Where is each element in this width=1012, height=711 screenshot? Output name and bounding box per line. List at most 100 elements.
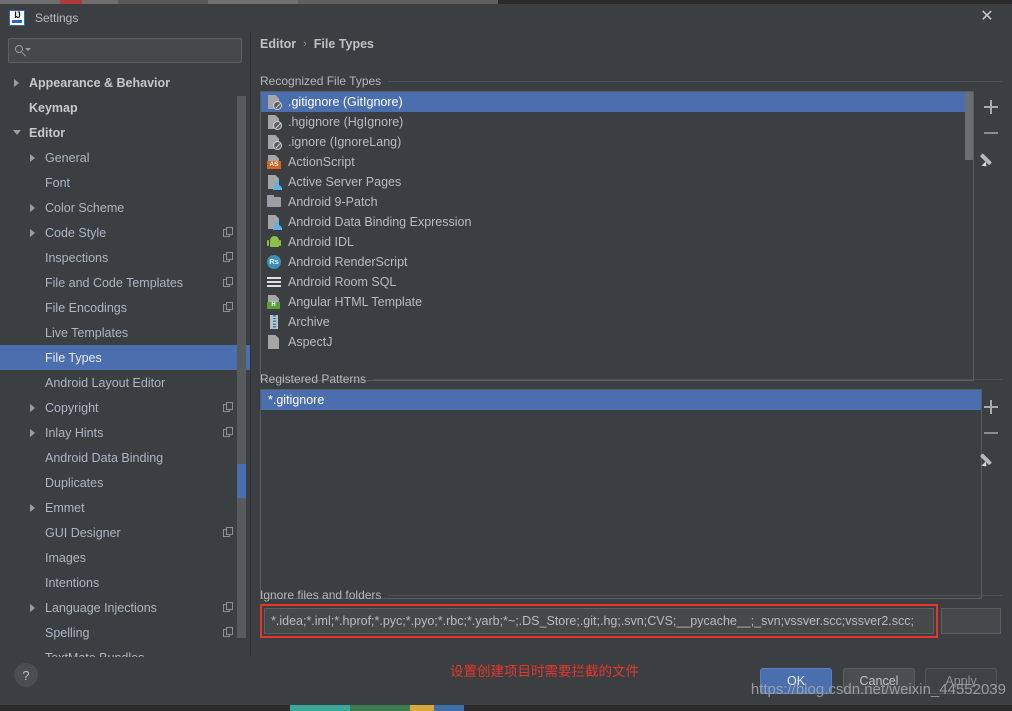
file-type-label: AspectJ (288, 335, 333, 349)
sidebar-item-code-style[interactable]: Code Style (0, 220, 250, 245)
chevron-right-icon[interactable] (12, 77, 23, 88)
chevron-right-icon[interactable] (28, 427, 39, 438)
sidebar-item-label: Spelling (45, 625, 90, 640)
settings-tree[interactable]: Appearance & Behavior Keymap Editor General… (0, 70, 250, 657)
ignore-file-icon (266, 134, 282, 150)
file-type-label: ActionScript (288, 155, 355, 169)
section-divider-line (373, 378, 1003, 380)
sidebar-item-spelling[interactable]: Spelling (0, 620, 250, 645)
file-types-scrollbar-thumb[interactable] (965, 92, 973, 160)
copy-settings-icon[interactable] (223, 602, 234, 613)
chevron-right-icon[interactable] (28, 152, 39, 163)
sidebar-item-font[interactable]: Font (0, 170, 250, 195)
sidebar-item-label: Duplicates (45, 475, 104, 490)
sidebar-item-label: Inspections (45, 250, 109, 265)
copy-settings-icon[interactable] (223, 527, 234, 538)
chevron-right-icon[interactable] (28, 502, 39, 513)
sidebar-item-emmet[interactable]: Emmet (0, 495, 250, 520)
file-type-label: Active Server Pages (288, 175, 402, 189)
remove-pattern-button[interactable] (978, 420, 1004, 446)
file-type-label: .gitignore (GitIgnore) (288, 95, 403, 109)
file-type-row[interactable]: Rs Android RenderScript (261, 252, 973, 272)
remove-file-type-button[interactable] (978, 120, 1004, 146)
chevron-right-icon[interactable] (28, 602, 39, 613)
file-type-row[interactable]: Android Room SQL (261, 272, 973, 292)
close-icon[interactable]: ✕ (976, 6, 998, 28)
recognized-file-types-title: Recognized File Types (260, 74, 382, 88)
sidebar-item-textmate-bundles[interactable]: TextMate Bundles (0, 645, 250, 658)
copy-settings-icon[interactable] (223, 627, 234, 638)
copy-settings-icon[interactable] (223, 252, 234, 263)
pattern-row[interactable]: *.gitignore (261, 390, 981, 410)
sidebar-item-general[interactable]: General (0, 145, 250, 170)
sidebar-item-keymap[interactable]: Keymap (0, 95, 250, 120)
sidebar-item-file-and-code-templates[interactable]: File and Code Templates (0, 270, 250, 295)
sidebar-item-file-encodings[interactable]: File Encodings (0, 295, 250, 320)
sidebar-item-copyright[interactable]: Copyright (0, 395, 250, 420)
copy-settings-icon[interactable] (223, 227, 234, 238)
add-pattern-button[interactable] (978, 394, 1004, 420)
settings-dialog: IJ Settings ✕ Appearance & Behavior Keyma… (0, 0, 1012, 711)
file-type-row[interactable]: H Angular HTML Template (261, 292, 973, 312)
file-type-row[interactable]: .gitignore (GitIgnore) (261, 92, 973, 112)
file-type-label: Angular HTML Template (288, 295, 423, 309)
sidebar-item-intentions[interactable]: Intentions (0, 570, 250, 595)
file-type-label: Archive (288, 315, 330, 329)
copy-settings-icon[interactable] (223, 402, 234, 413)
ignore-files-input[interactable] (271, 614, 927, 628)
add-file-type-button[interactable] (978, 94, 1004, 120)
sidebar-item-editor[interactable]: Editor (0, 120, 250, 145)
sidebar-item-android-data-binding[interactable]: Android Data Binding (0, 445, 250, 470)
file-type-row[interactable]: Android 9-Patch (261, 192, 973, 212)
sidebar-item-file-types[interactable]: File Types (0, 345, 250, 370)
chevron-down-icon[interactable] (12, 127, 23, 138)
sidebar-item-images[interactable]: Images (0, 545, 250, 570)
chevron-right-icon[interactable] (28, 227, 39, 238)
registered-patterns-list[interactable]: *.gitignore (260, 389, 982, 599)
sidebar-item-inlay-hints[interactable]: Inlay Hints (0, 420, 250, 445)
copy-settings-icon[interactable] (223, 427, 234, 438)
sidebar-item-android-layout-editor[interactable]: Android Layout Editor (0, 370, 250, 395)
renderscript-icon: Rs (266, 254, 282, 270)
sidebar-item-gui-designer[interactable]: GUI Designer (0, 520, 250, 545)
sidebar-item-inspections[interactable]: Inspections (0, 245, 250, 270)
file-type-row[interactable]: Active Server Pages (261, 172, 973, 192)
sidebar-scrollbar-thumb[interactable] (237, 464, 246, 498)
file-type-row[interactable]: .hgignore (HgIgnore) (261, 112, 973, 132)
copy-settings-icon[interactable] (223, 302, 234, 313)
file-type-label: .hgignore (HgIgnore) (288, 115, 404, 129)
breadcrumb-parent[interactable]: Editor (260, 37, 296, 51)
file-type-row[interactable]: .ignore (IgnoreLang) (261, 132, 973, 152)
archive-zip-icon (266, 314, 282, 330)
recognized-file-types-toolbar (978, 94, 1004, 172)
file-type-row[interactable]: AspectJ (261, 332, 973, 352)
sidebar-item-language-injections[interactable]: Language Injections (0, 595, 250, 620)
recognized-file-types-list[interactable]: .gitignore (GitIgnore) .hgignore (HgIgnor… (260, 91, 974, 381)
sidebar-scrollbar-track[interactable] (237, 96, 246, 638)
file-type-row[interactable]: Android IDL (261, 232, 973, 252)
edit-pattern-button[interactable] (978, 446, 1004, 472)
sidebar-item-live-templates[interactable]: Live Templates (0, 320, 250, 345)
sql-table-icon (266, 274, 282, 290)
chevron-right-icon[interactable] (28, 202, 39, 213)
ignore-files-field[interactable] (264, 608, 934, 634)
search-box[interactable] (8, 38, 242, 63)
edit-file-type-button[interactable] (978, 146, 1004, 172)
chevron-right-icon[interactable] (28, 402, 39, 413)
file-type-row[interactable]: Android Data Binding Expression (261, 212, 973, 232)
file-type-row[interactable]: Archive (261, 312, 973, 332)
sidebar-item-label: Inlay Hints (45, 425, 104, 440)
sidebar-item-duplicates[interactable]: Duplicates (0, 470, 250, 495)
search-input[interactable] (32, 39, 241, 62)
section-divider-line (388, 594, 1003, 596)
sidebar-item-appearance-behavior[interactable]: Appearance & Behavior (0, 70, 250, 95)
copy-settings-icon[interactable] (223, 277, 234, 288)
help-button[interactable]: ? (14, 663, 38, 687)
sidebar-item-color-scheme[interactable]: Color Scheme (0, 195, 250, 220)
file-type-row[interactable]: AS ActionScript (261, 152, 973, 172)
